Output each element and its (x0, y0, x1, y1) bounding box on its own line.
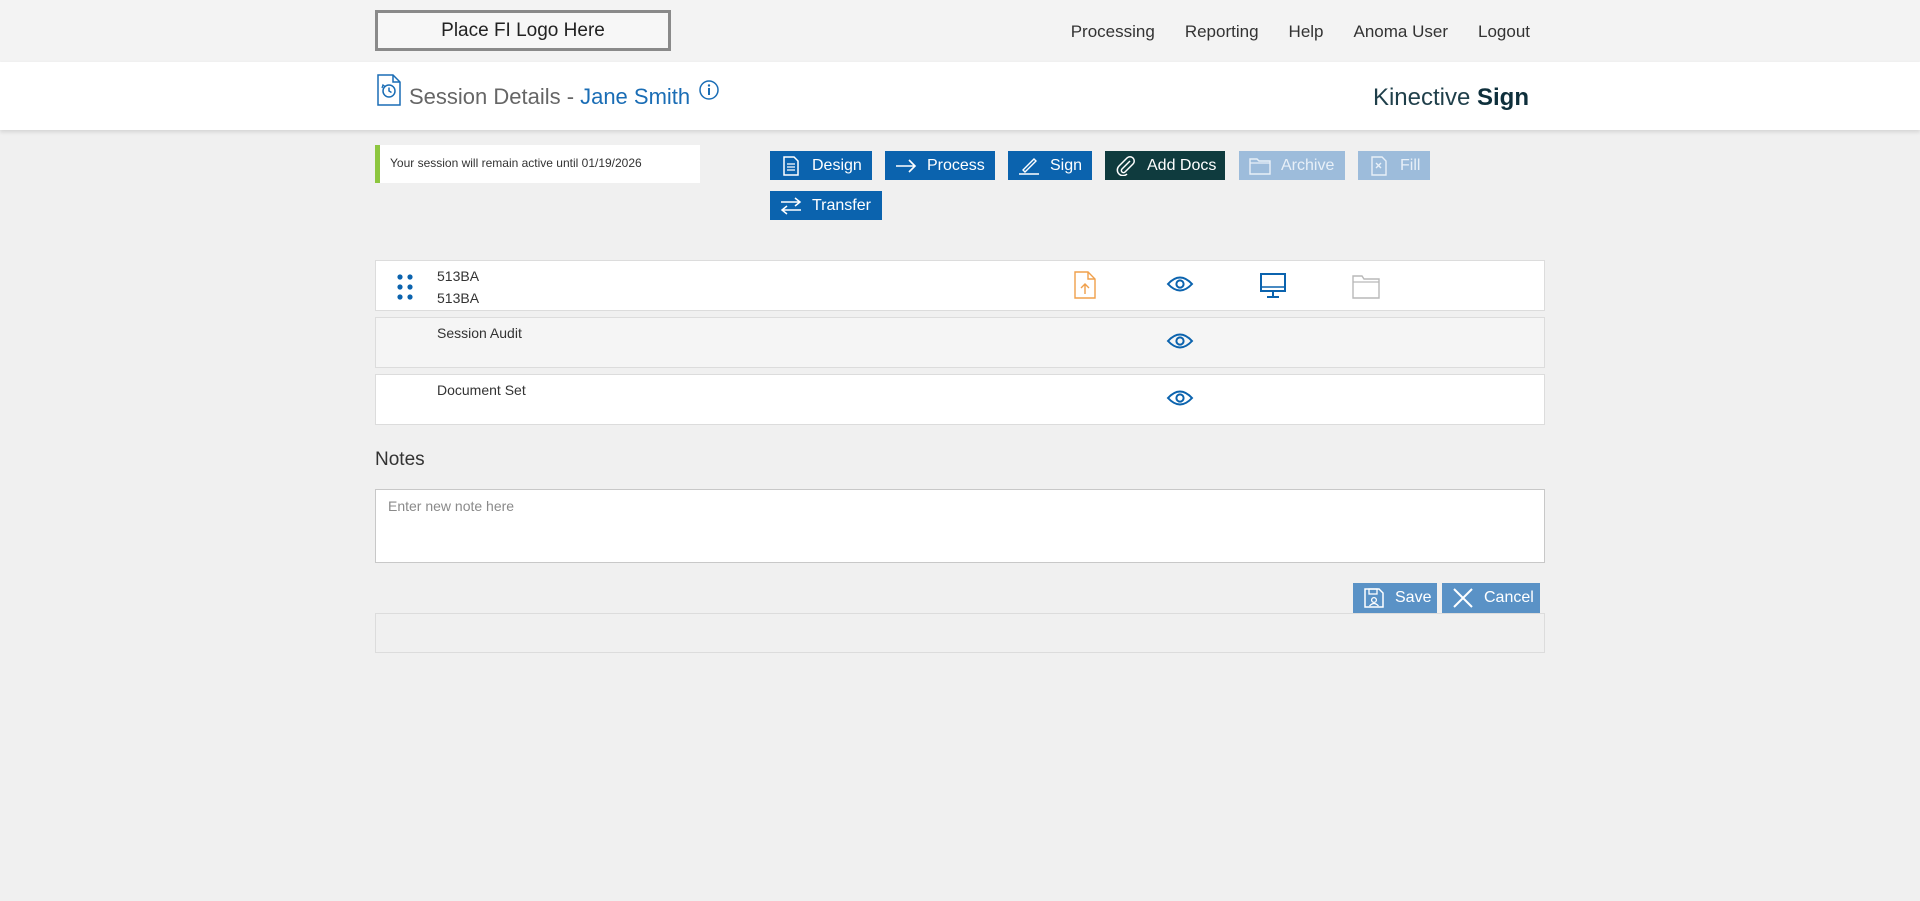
sign-label: Sign (1050, 156, 1083, 174)
save-icon (1363, 587, 1385, 609)
close-icon (1452, 587, 1474, 609)
nav-help[interactable]: Help (1289, 22, 1324, 42)
upload-document-icon[interactable] (1074, 271, 1096, 304)
document-icon (780, 155, 802, 176)
drag-handle-icon[interactable] (395, 273, 415, 306)
new-note-input[interactable] (375, 489, 1545, 563)
info-icon[interactable] (698, 79, 720, 106)
transfer-button[interactable]: Transfer (770, 191, 882, 220)
fi-logo-placeholder: Place FI Logo Here (375, 10, 671, 51)
form-fill-icon (1368, 155, 1390, 176)
process-button[interactable]: Process (885, 151, 995, 180)
notes-heading: Notes (375, 449, 425, 470)
process-label: Process (927, 156, 985, 174)
folder-icon[interactable] (1352, 273, 1380, 304)
fill-label: Fill (1400, 156, 1421, 174)
nav-logout[interactable]: Logout (1478, 22, 1530, 42)
sign-button[interactable]: Sign (1008, 151, 1092, 180)
fill-button[interactable]: Fill (1358, 151, 1430, 180)
cancel-label: Cancel (1484, 589, 1534, 606)
document-row: 513BA 513BA (375, 260, 1545, 311)
design-button[interactable]: Design (770, 151, 872, 180)
top-bar: Place FI Logo Here Processing Reporting … (0, 0, 1920, 62)
brand-regular: Kinective (1372, 84, 1471, 111)
arrow-right-icon (895, 156, 917, 176)
archive-button[interactable]: Archive (1239, 151, 1345, 180)
nav-processing[interactable]: Processing (1071, 22, 1155, 42)
nav-user-menu[interactable]: Anoma User (1354, 22, 1448, 42)
view-eye-icon[interactable] (1166, 331, 1194, 356)
folder-icon (1249, 156, 1271, 176)
page-title-text: Session Details - (409, 84, 575, 109)
document-row: Document Set (375, 374, 1545, 425)
document-name: 513BA (437, 268, 480, 284)
design-label: Design (812, 156, 862, 174)
session-history-icon (376, 74, 402, 111)
paperclip-icon (1115, 155, 1137, 176)
page-header: Session Details - Jane Smith Kinective Si… (0, 62, 1920, 130)
brand-bold: Sign (1477, 84, 1529, 111)
view-eye-icon[interactable] (1166, 388, 1194, 413)
archive-label: Archive (1281, 156, 1335, 174)
brand-logo: Kinective Sign (1373, 84, 1529, 112)
nav-reporting[interactable]: Reporting (1185, 22, 1259, 42)
transfer-label: Transfer (812, 196, 871, 214)
monitor-icon[interactable] (1259, 272, 1287, 305)
document-subtitle: 513BA (437, 290, 480, 306)
page-title: Session Details - Jane Smith (409, 84, 690, 110)
save-button[interactable]: Save (1353, 583, 1437, 613)
save-label: Save (1395, 589, 1432, 606)
document-name: Session Audit (437, 325, 522, 341)
add-docs-label: Add Docs (1147, 156, 1217, 174)
customer-name: Jane Smith (580, 84, 691, 109)
pen-icon (1018, 156, 1040, 176)
session-expiry-notice: Your session will remain active until 01… (375, 145, 700, 183)
top-nav: Processing Reporting Help Anoma User Log… (1071, 22, 1530, 42)
document-name: Document Set (437, 382, 526, 398)
notes-list (375, 613, 1545, 653)
view-eye-icon[interactable] (1166, 274, 1194, 299)
add-docs-button[interactable]: Add Docs (1105, 151, 1225, 180)
transfer-arrows-icon (780, 196, 802, 216)
document-row: Session Audit (375, 317, 1545, 368)
cancel-button[interactable]: Cancel (1442, 583, 1540, 613)
